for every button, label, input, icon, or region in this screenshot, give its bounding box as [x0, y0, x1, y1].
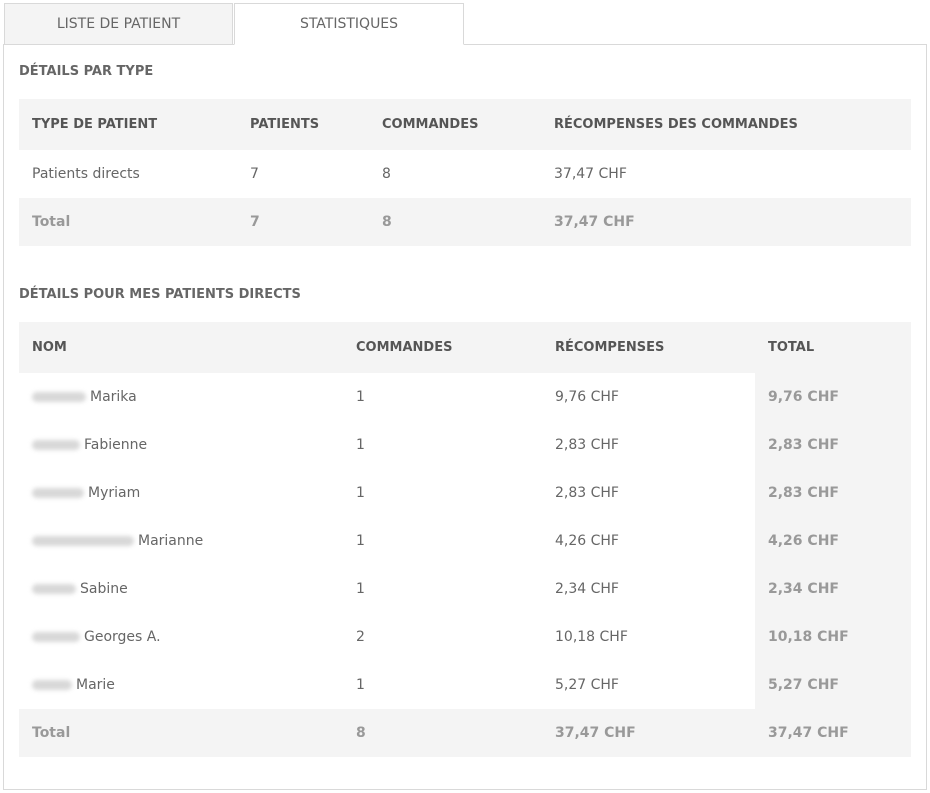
column-header: COMMANDES — [369, 99, 541, 150]
redacted-surname — [32, 488, 84, 498]
cell-name: Marika — [19, 373, 343, 421]
cell-commandes: 1 — [356, 485, 365, 501]
table-row: Fabienne 1 2,83 CHF 2,83 CHF — [19, 421, 911, 469]
total-commandes: 8 — [343, 709, 542, 757]
cell-total: 4,26 CHF — [755, 517, 911, 565]
patient-name: Marika — [90, 389, 137, 405]
patient-name: Marianne — [138, 533, 204, 549]
tab-statistiques[interactable]: STATISTIQUES — [234, 3, 464, 45]
cell-name: Marie — [19, 661, 343, 709]
cell-patients: 7 — [250, 166, 259, 182]
column-header: COMMANDES — [343, 322, 542, 373]
cell-name: Sabine — [19, 565, 343, 613]
total-label: Total — [19, 198, 237, 246]
redacted-surname — [32, 440, 80, 450]
cell-name: Fabienne — [19, 421, 343, 469]
type-details-table: TYPE DE PATIENT PATIENTS COMMANDES RÉCOM… — [19, 99, 911, 246]
cell-recompenses: 2,34 CHF — [555, 581, 619, 597]
total-recompenses: 37,47 CHF — [541, 198, 911, 246]
table-row: Georges A. 2 10,18 CHF 10,18 CHF — [19, 613, 911, 661]
total-total: 37,47 CHF — [755, 709, 911, 757]
cell-commandes: 1 — [356, 581, 365, 597]
cell-name: Myriam — [19, 469, 343, 517]
cell-commandes: 2 — [356, 629, 365, 645]
cell-total: 9,76 CHF — [755, 373, 911, 421]
patient-name: Marie — [76, 677, 115, 693]
column-header: RÉCOMPENSES DES COMMANDES — [541, 99, 911, 150]
cell-recompenses: 9,76 CHF — [555, 389, 619, 405]
table-row: Patients directs 7 8 37,47 CHF — [19, 150, 911, 198]
column-header: PATIENTS — [237, 99, 369, 150]
table-row: Marianne 1 4,26 CHF 4,26 CHF — [19, 517, 911, 565]
table-header-row: NOM COMMANDES RÉCOMPENSES TOTAL — [19, 322, 911, 373]
redacted-surname — [32, 536, 134, 546]
cell-total: 2,34 CHF — [755, 565, 911, 613]
cell-commandes: 1 — [356, 437, 365, 453]
redacted-surname — [32, 392, 86, 402]
cell-recompenses: 2,83 CHF — [555, 485, 619, 501]
column-header: NOM — [19, 322, 343, 373]
cell-total: 10,18 CHF — [755, 613, 911, 661]
tab-liste-de-patient[interactable]: LISTE DE PATIENT — [4, 3, 233, 45]
table-row: Marika 1 9,76 CHF 9,76 CHF — [19, 373, 911, 421]
patient-name: Georges A. — [84, 629, 161, 645]
redacted-surname — [32, 632, 80, 642]
cell-commandes: 1 — [356, 677, 365, 693]
cell-name: Marianne — [19, 517, 343, 565]
total-patients: 7 — [237, 198, 369, 246]
cell-name: Georges A. — [19, 613, 343, 661]
total-recompenses: 37,47 CHF — [542, 709, 755, 757]
redacted-surname — [32, 584, 76, 594]
total-row: Total 8 37,47 CHF 37,47 CHF — [19, 709, 911, 757]
cell-recompenses: 10,18 CHF — [555, 629, 628, 645]
direct-patients-table: NOM COMMANDES RÉCOMPENSES TOTAL Marika 1… — [19, 322, 911, 757]
cell-type: Patients directs — [32, 166, 140, 182]
cell-commandes: 8 — [382, 166, 391, 182]
total-row: Total 7 8 37,47 CHF — [19, 198, 911, 246]
column-header: RÉCOMPENSES — [542, 322, 755, 373]
patient-name: Myriam — [88, 485, 141, 501]
section-title-details-par-type: DÉTAILS PAR TYPE — [19, 64, 154, 79]
table-row: Sabine 1 2,34 CHF 2,34 CHF — [19, 565, 911, 613]
cell-total: 2,83 CHF — [755, 421, 911, 469]
total-commandes: 8 — [369, 198, 541, 246]
column-header: TYPE DE PATIENT — [19, 99, 237, 150]
section-title-patients-directs: DÉTAILS POUR MES PATIENTS DIRECTS — [19, 287, 301, 302]
cell-recompenses: 5,27 CHF — [555, 677, 619, 693]
cell-recompenses: 4,26 CHF — [555, 533, 619, 549]
column-header: TOTAL — [755, 322, 911, 373]
tab-bar: LISTE DE PATIENT STATISTIQUES — [4, 3, 464, 45]
cell-recompenses: 2,83 CHF — [555, 437, 619, 453]
total-label: Total — [19, 709, 343, 757]
table-header-row: TYPE DE PATIENT PATIENTS COMMANDES RÉCOM… — [19, 99, 911, 150]
cell-commandes: 1 — [356, 389, 365, 405]
table-row: Marie 1 5,27 CHF 5,27 CHF — [19, 661, 911, 709]
patient-name: Sabine — [80, 581, 128, 597]
cell-total: 5,27 CHF — [755, 661, 911, 709]
table-row: Myriam 1 2,83 CHF 2,83 CHF — [19, 469, 911, 517]
cell-recompenses: 37,47 CHF — [554, 166, 627, 182]
cell-total: 2,83 CHF — [755, 469, 911, 517]
redacted-surname — [32, 680, 72, 690]
patient-name: Fabienne — [84, 437, 148, 453]
cell-commandes: 1 — [356, 533, 365, 549]
